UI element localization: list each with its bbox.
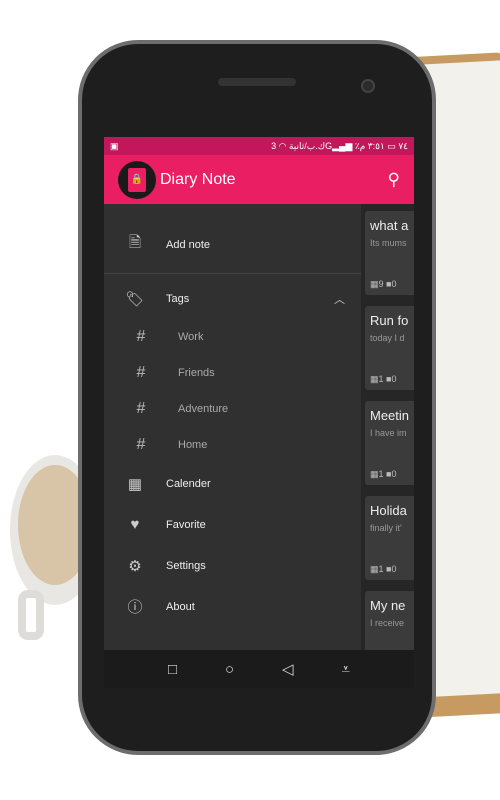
image-count: 1 (378, 469, 384, 479)
tag-item-home[interactable]: # Home (104, 427, 361, 463)
drawer-item-about[interactable]: ⓘ About (104, 586, 361, 627)
clock: ٣:٥١ م (359, 140, 385, 151)
hash-icon: # (136, 400, 146, 417)
calendar-icon: ▦ (127, 475, 143, 493)
tag-item-friends[interactable]: # Friends (104, 355, 361, 391)
chevron-up-icon[interactable]: ︿ (334, 291, 345, 307)
phone-speaker (218, 78, 296, 86)
note-title: Meetin (370, 408, 410, 423)
heart-icon: ♥ (130, 516, 140, 533)
note-title: My ne (370, 598, 406, 613)
system-nav-bar: □ ○ ◁ ⩡ (104, 650, 414, 688)
drawer-item-settings[interactable]: ⚙ Settings (104, 545, 361, 586)
app-logo: 🔒 (118, 160, 156, 199)
note-card[interactable]: what a Its mums ▦9 ■0 (365, 211, 414, 295)
image-count: 9 (378, 279, 384, 289)
note-preview: I have im (370, 428, 407, 438)
phone-screen: ▣ ك.ب/ثانية ◠ 3G▂▄▆ ٪٧٤ ▭ ٣:٥١ م 🔒 Diary… (104, 137, 414, 688)
note-title: what a (370, 218, 409, 233)
image-icon: ▣ (110, 140, 119, 151)
video-count: 0 (391, 279, 397, 289)
lock-icon: 🔒 (128, 167, 146, 192)
hash-icon: # (136, 436, 146, 453)
app-bar: 🔒 Diary Note ⚲ (104, 155, 414, 204)
search-icon[interactable]: ⚲ (388, 170, 400, 190)
image-count: 1 (378, 564, 384, 574)
divider (104, 273, 361, 274)
note-card[interactable]: Run fo today I d ▦1 ■0 (365, 306, 414, 390)
navigation-drawer: 🗎 Add note 🏷 Tags ︿ # Work # Friends # Adventu… (104, 204, 361, 650)
app-title: Diary Note (160, 170, 236, 188)
data-rate: ك.ب/ثانية (288, 140, 326, 151)
hash-icon: # (136, 364, 146, 381)
drawer-item-tags[interactable]: 🏷 Tags ︿ (104, 278, 361, 319)
info-icon: ⓘ (127, 599, 143, 616)
video-count: 0 (391, 564, 397, 574)
tag-item-work[interactable]: # Work (104, 319, 361, 355)
video-count: 0 (391, 469, 397, 479)
hash-icon: # (136, 328, 146, 345)
note-preview: today I d (370, 333, 405, 343)
note-preview: Its mums (370, 238, 407, 248)
cup-handle (18, 590, 44, 640)
video-count: 0 (391, 374, 397, 384)
status-bar: ▣ ك.ب/ثانية ◠ 3G▂▄▆ ٪٧٤ ▭ ٣:٥١ م (104, 137, 414, 155)
home-button[interactable]: ○ (225, 661, 234, 678)
note-title: Holida (370, 503, 407, 518)
image-count: 1 (378, 374, 384, 384)
note-card[interactable]: Holida finally it' ▦1 ■0 (365, 496, 414, 580)
notification-pull-button[interactable]: ⩡ (342, 661, 350, 678)
gear-icon: ⚙ (128, 557, 142, 575)
add-note-icon: 🗎 (128, 234, 142, 251)
notes-list[interactable]: what a Its mums ▦9 ■0 Run fo today I d ▦1 ■0… (361, 204, 414, 675)
drawer-item-calender[interactable]: ▦ Calender (104, 463, 361, 504)
tag-item-adventure[interactable]: # Adventure (104, 391, 361, 427)
back-button[interactable]: ◁ (282, 660, 294, 678)
note-preview: finally it' (370, 523, 402, 533)
tag-icon: 🏷 (125, 290, 145, 308)
note-preview: I receive (370, 618, 405, 628)
drawer-item-add-note[interactable]: 🗎 Add note (104, 224, 361, 265)
drawer-item-favorite[interactable]: ♥ Favorite (104, 504, 361, 545)
note-title: Run fo (370, 313, 409, 328)
recents-button[interactable]: □ (168, 661, 177, 678)
phone-camera (361, 79, 375, 93)
note-card[interactable]: Meetin I have im ▦1 ■0 (365, 401, 414, 485)
